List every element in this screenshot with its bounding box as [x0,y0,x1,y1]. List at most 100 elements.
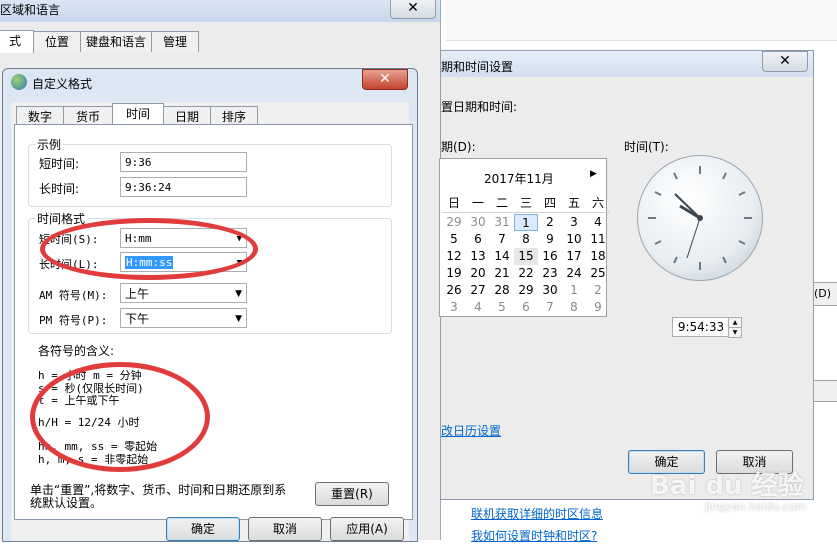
example-short-label: 短时间: [39,157,80,171]
tab-keyboards[interactable]: 键盘和语言 [80,31,152,52]
calendar-day[interactable]: 30 [466,214,490,231]
calendar-day[interactable]: 11 [586,231,610,248]
customize-format-title: 自定义格式 [32,77,93,91]
calendar-day[interactable]: 4 [586,214,610,231]
online-timezone-link[interactable]: 联机获取详细的时区信息 [471,505,603,522]
example-short-value: 9:36 [120,152,247,172]
calendar-day[interactable]: 23 [538,265,562,282]
calendar-day[interactable]: 3 [442,299,466,316]
calendar-week-row: 26 27 28 29 30 1 2 [442,282,610,299]
tab-formats[interactable]: 式 [0,30,34,53]
calendar-day[interactable]: 9 [538,231,562,248]
datetime-settings-window: 期和时间设置 ✕ 置日期和时间: 期(D): 时间(T): 2017年11月 ▶… [439,50,814,500]
region-title-bar [0,0,440,22]
calendar-day[interactable]: 30 [538,282,562,299]
am-symbol-combobox[interactable]: 上午 ▼ [120,283,247,303]
calendar-day[interactable]: 13 [466,248,490,265]
pm-symbol-combobox[interactable]: 下午 ▼ [120,308,247,328]
pm-symbol-label: PM 符号(P): [39,314,108,327]
ok-button[interactable]: 确定 [166,517,240,541]
calendar-day[interactable]: 5 [490,299,514,316]
calendar-day[interactable]: 7 [490,231,514,248]
chevron-down-icon[interactable]: ▼ [235,309,242,329]
calendar-day[interactable]: 28 [490,282,514,299]
close-icon: ✕ [779,53,791,69]
tab-location[interactable]: 位置 [33,31,81,52]
calendar-month-label[interactable]: 2017年11月 [484,170,554,187]
calendar-day[interactable]: 4 [466,299,490,316]
calendar-day[interactable]: 2 [538,214,562,231]
calendar-weekday-3: 三 [519,196,532,210]
am-symbol-label: AM 符号(M): [39,289,108,302]
calendar-day[interactable]: 29 [514,282,538,299]
example-legend: 示例 [35,136,64,153]
calendar-day[interactable]: 15 [514,248,538,265]
cancel-button[interactable]: 取消 [248,517,322,541]
calendar-day[interactable]: 18 [586,248,610,265]
calendar-day[interactable]: 6 [466,231,490,248]
change-calendar-settings-link[interactable]: 改日历设置 [441,422,501,439]
calendar-weekday-1: 一 [471,196,484,210]
analog-clock [637,155,763,281]
date-label: 期(D): [441,140,476,154]
calendar-day[interactable]: 6 [514,299,538,316]
how-to-set-clock-link[interactable]: 我如何设置时钟和时区? [471,527,597,544]
calendar-day[interactable]: 8 [514,231,538,248]
calendar-day[interactable]: 16 [538,248,562,265]
background-button-cut[interactable]: (D) [813,282,837,306]
calendar-day[interactable]: 1 [514,214,538,231]
pm-symbol-value: 下午 [125,312,150,326]
calendar-day[interactable]: 1 [562,282,586,299]
calendar-day[interactable]: 21 [490,265,514,282]
notation-title: 各符号的含义: [38,344,115,358]
background-app-strip [446,0,837,41]
calendar-day[interactable]: 7 [538,299,562,316]
calendar-day[interactable]: 31 [490,214,514,231]
calendar-week-row: 19 20 21 22 23 24 25 [442,265,610,282]
clock-center [697,215,703,221]
example-long-value: 9:36:24 [120,177,247,197]
time-spinner-field[interactable]: 9:54:33 [672,317,730,337]
red-annotation-ellipse-bottom [30,362,210,472]
calendar-day[interactable]: 17 [562,248,586,265]
calendar-week-row: 5 6 7 8 9 10 11 [442,231,610,248]
calendar-day[interactable]: 26 [442,282,466,299]
calendar-day[interactable]: 14 [490,248,514,265]
calendar-day[interactable]: 8 [562,299,586,316]
customize-close-button[interactable]: ✕ [362,69,408,90]
chevron-down-icon[interactable]: ▼ [235,284,242,304]
calendar-day[interactable]: 22 [514,265,538,282]
calendar-day[interactable]: 29 [442,214,466,231]
calendar-weekday-5: 五 [567,196,580,210]
calendar-day[interactable]: 3 [562,214,586,231]
datetime-window-title: 期和时间设置 [441,60,514,74]
reset-button[interactable]: 重置(R) [315,482,389,506]
baidu-watermark-url: jingyan.baidu.com [705,500,807,513]
calendar-week-row: 12 13 14 15 16 17 18 [442,248,610,265]
calendar-week-row: 29 30 31 1 2 3 4 [442,214,610,231]
calendar-day[interactable]: 5 [442,231,466,248]
region-close-button[interactable]: ✕ [390,0,436,19]
clock-minute-hand [674,193,701,219]
calendar-day[interactable]: 20 [466,265,490,282]
calendar-day[interactable]: 25 [586,265,610,282]
calendar-days: 29 30 31 1 2 3 4 5 6 7 8 9 10 11 12 13 14 15 16 17 18 19 20 21 2… [442,214,610,316]
tab-administrative[interactable]: 管理 [151,31,199,52]
calendar: 2017年11月 ▶ 日一二三四五六 29 30 31 1 2 3 4 5 6 7 8 9 10 11 12… [439,158,610,317]
calendar-day[interactable]: 12 [442,248,466,265]
calendar-day[interactable]: 2 [586,282,610,299]
calendar-day[interactable]: 24 [562,265,586,282]
close-icon: ✕ [379,71,391,87]
spinner-down-icon[interactable]: ▼ [728,327,742,338]
calendar-day[interactable]: 9 [586,299,610,316]
calendar-next-icon[interactable]: ▶ [590,169,597,179]
calendar-week-row: 3456789 [442,299,610,316]
calendar-day[interactable]: 27 [466,282,490,299]
region-window-title: 区域和语言 [0,3,61,17]
calendar-day[interactable]: 10 [562,231,586,248]
apply-button[interactable]: 应用(A) [330,517,404,541]
clock-second-hand [686,217,701,259]
calendar-day[interactable]: 19 [442,265,466,282]
datetime-close-button[interactable]: ✕ [762,51,808,72]
globe-icon [11,74,27,90]
